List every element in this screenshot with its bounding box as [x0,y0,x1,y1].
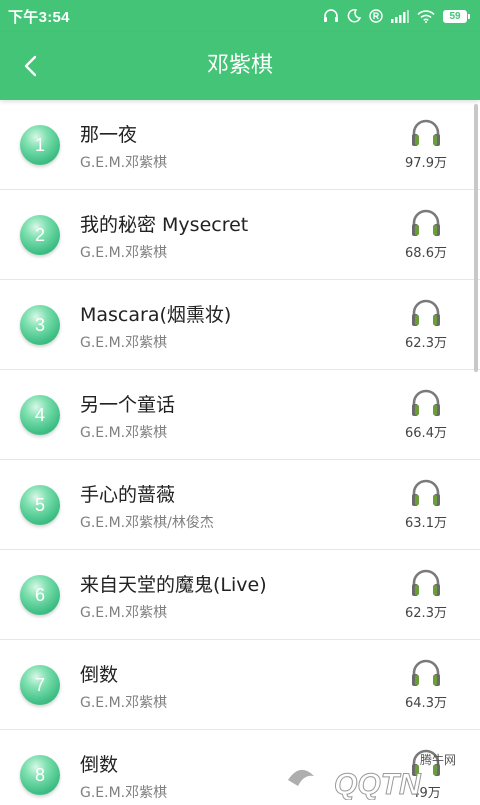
scrollbar[interactable] [474,104,478,372]
rank-badge: 3 [20,305,60,345]
play-count: 62.3万 [396,568,456,621]
play-count: 64.3万 [396,658,456,711]
status-time: 下午3:54 [8,6,70,27]
play-count-value: 63.1万 [405,512,447,531]
wifi-icon [417,10,435,23]
song-artist: G.E.M.邓紫棋 [80,692,167,712]
song-title: Mascara(烟熏妆) [80,300,231,327]
battery-level: 59 [443,10,467,23]
list-item[interactable]: 3 Mascara(烟熏妆) G.E.M.邓紫棋 62.3万 [0,280,480,370]
play-count: 66.4万 [396,388,456,441]
list-item[interactable]: 1 那一夜 G.E.M.邓紫棋 97.9万 [0,100,480,190]
rank-badge: 4 [20,395,60,435]
song-title: 我的秘密 Mysecret [80,210,248,237]
play-count-value: 68.6万 [405,242,447,261]
list-item[interactable]: 5 手心的蔷薇 G.E.M.邓紫棋/林俊杰 63.1万 [0,460,480,550]
headphones-icon [409,568,443,598]
rank-badge: 2 [20,215,60,255]
song-title: 手心的蔷薇 [80,480,175,507]
song-artist: G.E.M.邓紫棋 [80,332,167,352]
song-artist: G.E.M.邓紫棋 [80,242,167,262]
headset-status-icon [323,9,339,23]
play-count-value: 97.9万 [405,152,447,171]
moon-icon [347,9,361,23]
rank-badge: 6 [20,575,60,615]
song-title: 倒数 [80,750,118,777]
song-artist: G.E.M.邓紫棋 [80,782,167,800]
headphones-icon [409,658,443,688]
headphones-icon [409,118,443,148]
headphones-icon [409,388,443,418]
song-artist: G.E.M.邓紫棋 [80,422,167,442]
battery-icon: 59 [443,10,470,23]
play-count: 62.3万 [396,298,456,351]
play-count-value: 66.4万 [405,422,447,441]
status-icons: 59 [323,9,470,23]
song-artist: G.E.M.邓紫棋 [80,152,167,172]
play-count: 63.1万 [396,478,456,531]
rank-badge: 1 [20,125,60,165]
headphones-icon [409,208,443,238]
watermark-text: QQTN [334,768,422,800]
list-item[interactable]: 4 另一个童话 G.E.M.邓紫棋 66.4万 [0,370,480,460]
rank-badge: 7 [20,665,60,705]
app-header: 邓紫棋 [0,32,480,100]
registered-icon [369,9,383,23]
song-title: 另一个童话 [80,390,175,417]
song-title: 那一夜 [80,120,137,147]
rank-badge: 5 [20,485,60,525]
signal-icon [391,10,409,23]
song-list[interactable]: 1 那一夜 G.E.M.邓紫棋 97.9万 2 我的秘密 Mysecret G.… [0,100,480,800]
song-artist: G.E.M.邓紫棋 [80,602,167,622]
play-count-value: 62.3万 [405,602,447,621]
play-count-value: 62.3万 [405,332,447,351]
list-item[interactable]: 6 来自天堂的魔鬼(Live) G.E.M.邓紫棋 62.3万 [0,550,480,640]
list-item[interactable]: 2 我的秘密 Mysecret G.E.M.邓紫棋 68.6万 [0,190,480,280]
play-count: 68.6万 [396,208,456,261]
headphones-icon [409,478,443,508]
play-count: 97.9万 [396,118,456,171]
headphones-icon [409,298,443,328]
list-item[interactable]: 7 倒数 G.E.M.邓紫棋 64.3万 [0,640,480,730]
play-count-value: 64.3万 [405,692,447,711]
song-title: 倒数 [80,660,118,687]
watermark-subtext: 腾牛网 [420,752,456,767]
watermark-logo: 腾牛网 QQTN [270,740,480,800]
song-artist: G.E.M.邓紫棋/林俊杰 [80,512,214,532]
page-title: 邓紫棋 [0,32,480,100]
status-bar: 下午3:54 59 [0,0,480,32]
song-title: 来自天堂的魔鬼(Live) [80,570,267,597]
rank-badge: 8 [20,755,60,795]
